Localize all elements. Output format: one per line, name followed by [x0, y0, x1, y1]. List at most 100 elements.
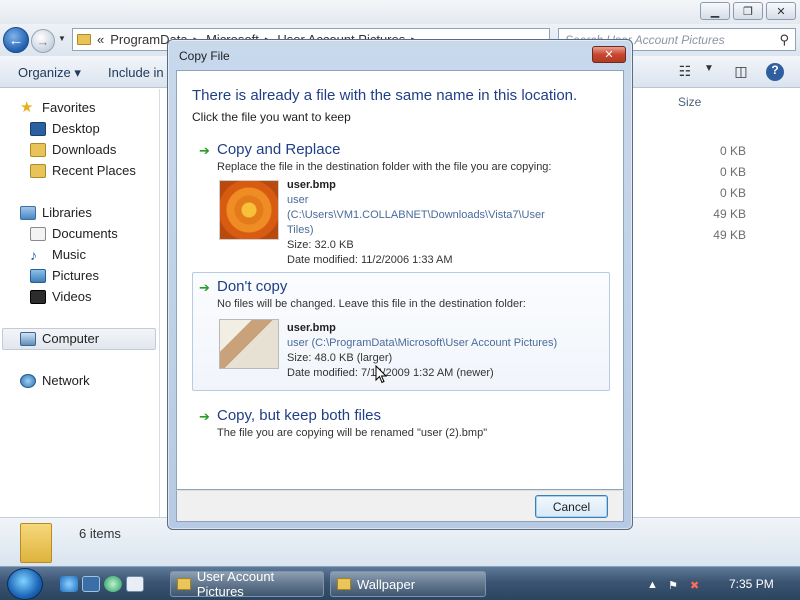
- file-info: user.bmp user (C:\Users\VM1.COLLABNET\Do…: [287, 178, 545, 268]
- sidebar-item-pictures[interactable]: Pictures: [30, 268, 99, 283]
- taskbar-item-label: User Account Pictures: [196, 569, 275, 599]
- copy-keep-both-option[interactable]: ➔ Copy, but keep both files The file you…: [192, 401, 610, 451]
- file-size: Size: 48.0 KB (larger): [287, 352, 393, 364]
- close-window-button[interactable]: ✕: [766, 2, 796, 20]
- sidebar-label: Desktop: [52, 121, 100, 136]
- explorer-titlebar: ▁ ❐ ✕: [0, 0, 800, 24]
- documents-icon: [30, 226, 46, 241]
- recent-pages-dropdown[interactable]: ▼: [58, 34, 66, 43]
- sidebar-label: Computer: [42, 331, 100, 346]
- option-description: The file you are copying will be renamed…: [217, 427, 488, 439]
- organize-button[interactable]: Organize ▾: [18, 65, 81, 81]
- taskbar-item-label: Wallpaper: [357, 576, 416, 592]
- dialog-close-button[interactable]: ✕: [592, 46, 626, 63]
- sidebar-item-downloads[interactable]: Downloads: [30, 142, 116, 157]
- file-size-cell: 0 KB: [719, 165, 746, 179]
- computer-icon: [20, 331, 36, 346]
- media-player-icon[interactable]: [104, 576, 122, 592]
- file-date-modified: Date modified: 7/14/2009 1:32 AM (newer): [287, 367, 494, 379]
- green-arrow-icon: ➔: [199, 280, 210, 295]
- switch-windows-icon[interactable]: [126, 576, 144, 592]
- copy-and-replace-option[interactable]: ➔ Copy and Replace Replace the file in t…: [192, 135, 610, 266]
- sidebar-item-favorites[interactable]: ★ Favorites: [20, 98, 96, 116]
- forward-arrow-icon: →: [36, 33, 50, 49]
- file-name: user.bmp: [287, 322, 336, 334]
- option-title[interactable]: Copy, but keep both files: [217, 407, 381, 424]
- views-icon[interactable]: ☷: [676, 63, 694, 79]
- sidebar-item-recent-places[interactable]: Recent Places: [30, 163, 136, 178]
- show-desktop-icon[interactable]: [82, 576, 100, 592]
- option-title[interactable]: Copy and Replace: [217, 141, 340, 158]
- green-arrow-icon: ➔: [199, 143, 210, 158]
- file-size-cell: 0 KB: [719, 186, 746, 200]
- file-size-cell: 49 KB: [713, 228, 746, 242]
- pictures-icon: [30, 268, 46, 283]
- file-size: Size: 32.0 KB: [287, 239, 354, 251]
- desktop-icon: [30, 121, 46, 136]
- include-in-library-button[interactable]: Include in l: [108, 65, 170, 80]
- dialog-subheading: Click the file you want to keep: [192, 110, 351, 124]
- internet-explorer-icon[interactable]: [60, 576, 78, 592]
- sidebar-item-libraries[interactable]: Libraries: [20, 205, 92, 220]
- libraries-icon: [20, 205, 36, 220]
- videos-icon: [30, 289, 46, 304]
- taskbar-item-user-account-pictures[interactable]: User Account Pictures: [170, 569, 324, 599]
- sidebar-label: Music: [52, 247, 86, 262]
- option-description: No files will be changed. Leave this fil…: [217, 298, 526, 310]
- back-button[interactable]: ←: [3, 27, 29, 53]
- sidebar-item-desktop[interactable]: Desktop: [30, 121, 100, 136]
- minimize-button[interactable]: ▁: [700, 2, 730, 20]
- help-icon[interactable]: ?: [766, 63, 784, 81]
- folder-icon: [337, 578, 351, 590]
- dialog-footer: Cancel: [176, 490, 624, 522]
- views-dropdown-icon[interactable]: ▼: [700, 63, 718, 79]
- green-arrow-icon: ➔: [199, 409, 210, 424]
- search-icon[interactable]: ⚲: [779, 32, 789, 48]
- dialog-heading: There is already a file with the same na…: [192, 87, 578, 104]
- mouse-cursor-icon: [375, 365, 387, 384]
- sidebar-label: Favorites: [42, 100, 96, 115]
- flower-thumbnail: [219, 180, 279, 240]
- option-title[interactable]: Don't copy: [217, 278, 287, 295]
- address-prefix[interactable]: «: [97, 32, 104, 47]
- network-status-icon[interactable]: ✖: [690, 579, 699, 592]
- sidebar-label: Documents: [52, 226, 118, 241]
- option-description: Replace the file in the destination fold…: [217, 161, 552, 173]
- cancel-button[interactable]: Cancel: [535, 495, 608, 518]
- sidebar-item-documents[interactable]: Documents: [30, 226, 118, 241]
- sidebar-label: Downloads: [52, 142, 117, 157]
- taskbar-item-wallpaper[interactable]: Wallpaper: [330, 571, 486, 597]
- file-size-cell: 0 KB: [719, 144, 746, 158]
- downloads-folder-icon: [30, 142, 46, 157]
- forward-button[interactable]: →: [31, 29, 55, 53]
- sidebar-label: Videos: [52, 289, 92, 304]
- sidebar-item-music[interactable]: ♪ Music: [30, 247, 86, 262]
- folder-icon: [77, 34, 91, 45]
- item-count: 6 items: [79, 526, 121, 541]
- maximize-button[interactable]: ❐: [733, 2, 763, 20]
- dialog-body: There is already a file with the same na…: [176, 70, 624, 490]
- sidebar-label: Recent Places: [52, 163, 136, 178]
- start-button[interactable]: [7, 568, 43, 600]
- file-path: user (C:\Users\VM1.COLLABNET\Downloads\V…: [287, 194, 545, 236]
- sidebar-label: Pictures: [52, 268, 99, 283]
- dialog-title: Copy File: [179, 49, 230, 63]
- sidebar-item-videos[interactable]: Videos: [30, 289, 92, 304]
- paint-thumbnail: [219, 319, 279, 369]
- show-hidden-icons-icon[interactable]: ▲: [647, 579, 658, 591]
- sidebar-item-network[interactable]: Network: [20, 373, 90, 388]
- taskbar: User Account Pictures Wallpaper ▲ ⚑ ✖ 7:…: [0, 566, 800, 600]
- column-header-size[interactable]: Size: [678, 95, 701, 109]
- folder-icon: [20, 523, 52, 563]
- window-controls: ▁ ❐ ✕: [700, 2, 796, 20]
- system-clock[interactable]: 7:35 PM: [729, 577, 774, 591]
- sidebar-item-computer[interactable]: Computer: [20, 331, 99, 346]
- preview-pane-icon[interactable]: ◫: [732, 63, 750, 79]
- star-icon: ★: [20, 98, 34, 116]
- file-date-modified: Date modified: 11/2/2006 1:33 AM: [287, 254, 453, 266]
- navigation-pane: ★ Favorites Desktop Downloads Recent Pla…: [0, 89, 160, 517]
- action-center-icon[interactable]: ⚑: [668, 579, 678, 592]
- dont-copy-option[interactable]: ➔ Don't copy No files will be changed. L…: [192, 272, 610, 391]
- file-path: user (C:\ProgramData\Microsoft\User Acco…: [287, 337, 558, 349]
- file-name: user.bmp: [287, 179, 336, 191]
